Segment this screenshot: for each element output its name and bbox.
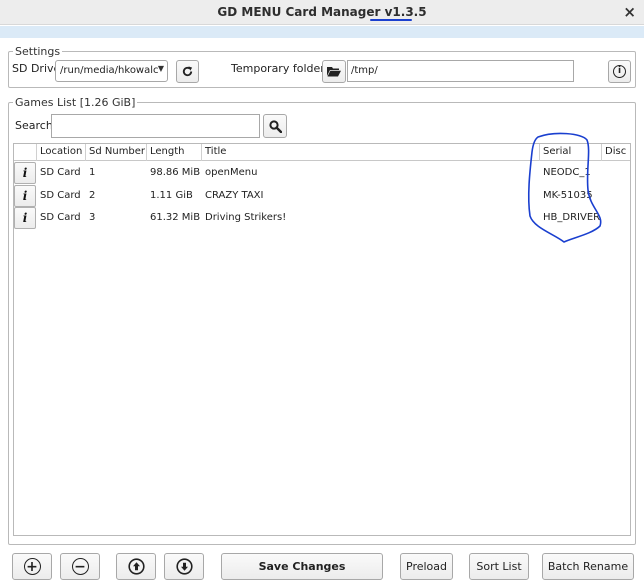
cell-length: 61.32 MiB bbox=[150, 212, 201, 223]
annotation-circle bbox=[527, 132, 602, 243]
info-icon: i bbox=[613, 65, 626, 78]
search-label: Search bbox=[15, 119, 53, 132]
preload-button[interactable]: Preload bbox=[400, 553, 453, 580]
title-bar: GD MENU Card Manager v1.3.5 × bbox=[0, 0, 644, 25]
window-title: GD MENU Card Manager v1.3.5 bbox=[217, 5, 427, 19]
move-down-button[interactable] bbox=[164, 553, 204, 580]
cell-location: SD Card bbox=[40, 190, 81, 201]
column-header-length[interactable]: Length bbox=[147, 144, 202, 161]
folder-icon bbox=[327, 67, 341, 77]
game-info-button[interactable]: i bbox=[14, 162, 36, 184]
refresh-button[interactable] bbox=[176, 60, 199, 83]
cell-title[interactable]: Driving Strikers! bbox=[202, 207, 540, 229]
plus-circle-icon: + bbox=[23, 558, 41, 575]
temp-folder-input[interactable]: /tmp/ bbox=[347, 60, 574, 82]
column-header-location[interactable]: Location bbox=[37, 144, 86, 161]
save-changes-button[interactable]: Save Changes bbox=[221, 553, 383, 580]
search-button[interactable] bbox=[263, 114, 287, 138]
cell-disc bbox=[602, 162, 630, 184]
arrow-up-circle-icon bbox=[127, 558, 145, 575]
refresh-icon bbox=[182, 66, 193, 77]
cell-length: 98.86 MiB bbox=[150, 167, 201, 178]
about-button[interactable]: i bbox=[608, 60, 631, 83]
minus-circle-icon: − bbox=[71, 558, 89, 575]
settings-legend: Settings bbox=[15, 45, 61, 58]
add-game-button[interactable]: + bbox=[12, 553, 52, 580]
remove-game-button[interactable]: − bbox=[60, 553, 100, 580]
cell-length: 1.11 GiB bbox=[150, 190, 193, 201]
column-header-disc[interactable]: Disc bbox=[602, 144, 630, 161]
close-icon[interactable]: × bbox=[623, 3, 636, 21]
browse-folder-button[interactable] bbox=[322, 60, 346, 83]
cell-location: SD Card bbox=[40, 212, 81, 223]
accent-strip bbox=[0, 26, 644, 38]
cell-sd-number: 3 bbox=[89, 212, 96, 223]
cell-sd-number: 2 bbox=[89, 190, 96, 201]
column-header-title[interactable]: Title bbox=[202, 144, 540, 161]
game-info-button[interactable]: i bbox=[14, 207, 36, 229]
cell-title[interactable]: openMenu bbox=[202, 162, 540, 184]
cell-sd-number: 1 bbox=[89, 167, 96, 178]
arrow-down-circle-icon bbox=[175, 558, 193, 575]
cell-title[interactable]: CRAZY TAXI bbox=[202, 185, 540, 207]
batch-rename-button[interactable]: Batch Rename bbox=[542, 553, 634, 580]
game-info-button[interactable]: i bbox=[14, 185, 36, 207]
sd-drive-select[interactable]: /run/media/hkowalc ▼ bbox=[55, 60, 168, 82]
sd-drive-value: /run/media/hkowalc bbox=[60, 65, 159, 76]
cell-disc bbox=[602, 185, 630, 207]
cell-disc bbox=[602, 207, 630, 229]
sort-list-button[interactable]: Sort List bbox=[469, 553, 529, 580]
temp-folder-label: Temporary folder bbox=[231, 62, 325, 75]
move-up-button[interactable] bbox=[116, 553, 156, 580]
cell-location: SD Card bbox=[40, 167, 81, 178]
sd-drive-label: SD Drive bbox=[12, 62, 61, 75]
chevron-down-icon: ▼ bbox=[157, 64, 164, 73]
column-header-sd-number[interactable]: Sd Number bbox=[86, 144, 147, 161]
column-header-info bbox=[14, 144, 37, 161]
annotation-underline bbox=[370, 19, 412, 21]
games-list-legend: Games List [1.26 GiB] bbox=[15, 96, 136, 109]
magnifier-icon bbox=[268, 119, 282, 133]
search-input[interactable] bbox=[51, 114, 260, 138]
